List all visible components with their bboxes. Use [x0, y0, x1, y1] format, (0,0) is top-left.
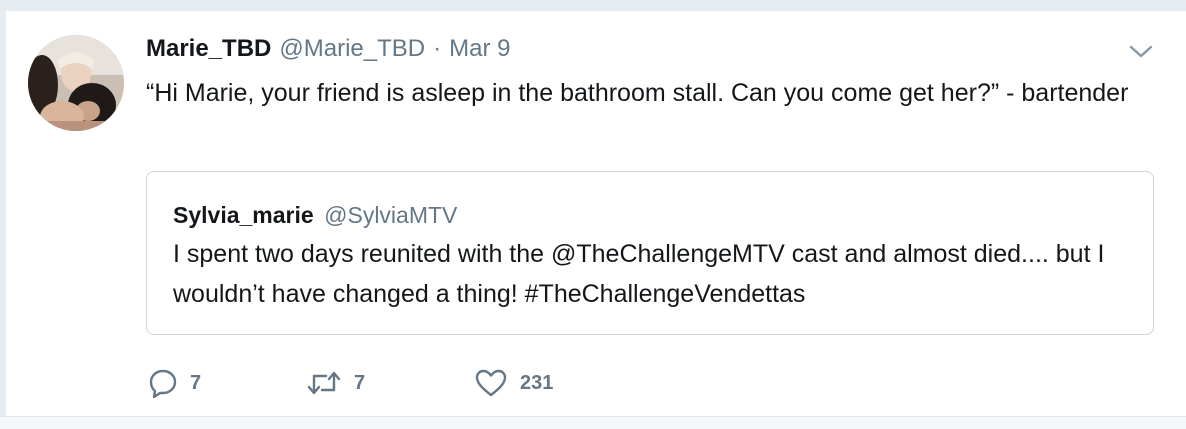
like-count: 231 — [520, 371, 554, 394]
reply-icon — [148, 368, 178, 398]
quoted-author-handle: @SylviaMTV — [324, 202, 458, 228]
chevron-down-icon[interactable] — [1128, 41, 1154, 61]
quoted-tweet-header: Sylvia_marie @SylviaMTV — [173, 202, 457, 229]
retweet-button[interactable]: 7 — [306, 363, 365, 403]
quoted-tweet[interactable]: Sylvia_marie @SylviaMTV I spent two days… — [146, 171, 1154, 335]
tweet-date[interactable]: Mar 9 — [449, 35, 510, 63]
retweet-count: 7 — [354, 371, 366, 394]
quoted-author-name: Sylvia_marie — [173, 202, 314, 228]
separator-dot: · — [433, 35, 442, 62]
avatar-photo-icon — [28, 35, 124, 131]
tweet-card[interactable]: Marie_TBD @Marie_TBD · Mar 9 “Hi Marie, … — [6, 10, 1186, 417]
like-button[interactable]: 231 — [474, 363, 553, 403]
heart-icon — [474, 368, 508, 398]
tweet-text: “Hi Marie, your friend is asleep in the … — [146, 79, 1129, 107]
timeline-divider — [0, 416, 1186, 429]
author-handle[interactable]: @Marie_TBD — [279, 35, 425, 63]
reply-button[interactable]: 7 — [148, 363, 201, 403]
retweet-icon — [306, 368, 342, 398]
tweet-header: Marie_TBD @Marie_TBD · Mar 9 — [146, 35, 510, 63]
reply-count: 7 — [190, 371, 202, 394]
author-name[interactable]: Marie_TBD — [146, 35, 271, 63]
quoted-tweet-text: I spent two days reunited with the @TheC… — [173, 240, 1105, 308]
avatar[interactable] — [28, 35, 124, 131]
